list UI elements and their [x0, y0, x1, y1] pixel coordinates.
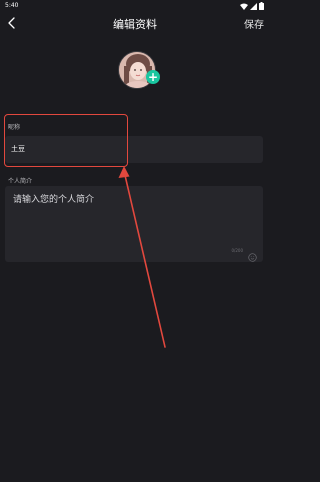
wifi-icon — [240, 3, 248, 10]
add-avatar-button[interactable]: + — [146, 70, 160, 84]
page-title: 编辑资料 — [113, 18, 157, 31]
avatar-section: + — [118, 51, 160, 89]
bio-textarea[interactable]: 请输入您的个人简介 0/200 — [5, 186, 263, 262]
header: 编辑资料 保存 — [0, 10, 270, 34]
signal-icon — [250, 2, 257, 10]
bio-placeholder: 请输入您的个人简介 — [13, 195, 95, 205]
emoji-icon[interactable] — [248, 247, 257, 262]
nickname-value: 土豆 — [11, 145, 25, 153]
status-icons — [240, 2, 264, 10]
nickname-field[interactable]: 土豆 — [5, 136, 263, 163]
save-button[interactable]: 保存 — [244, 16, 264, 31]
nickname-label: 昵称 — [8, 124, 21, 131]
char-counter: 0/200 — [231, 248, 243, 253]
battery-icon — [259, 2, 264, 10]
plus-icon: + — [147, 70, 159, 84]
bio-label: 个人简介 — [8, 178, 33, 185]
